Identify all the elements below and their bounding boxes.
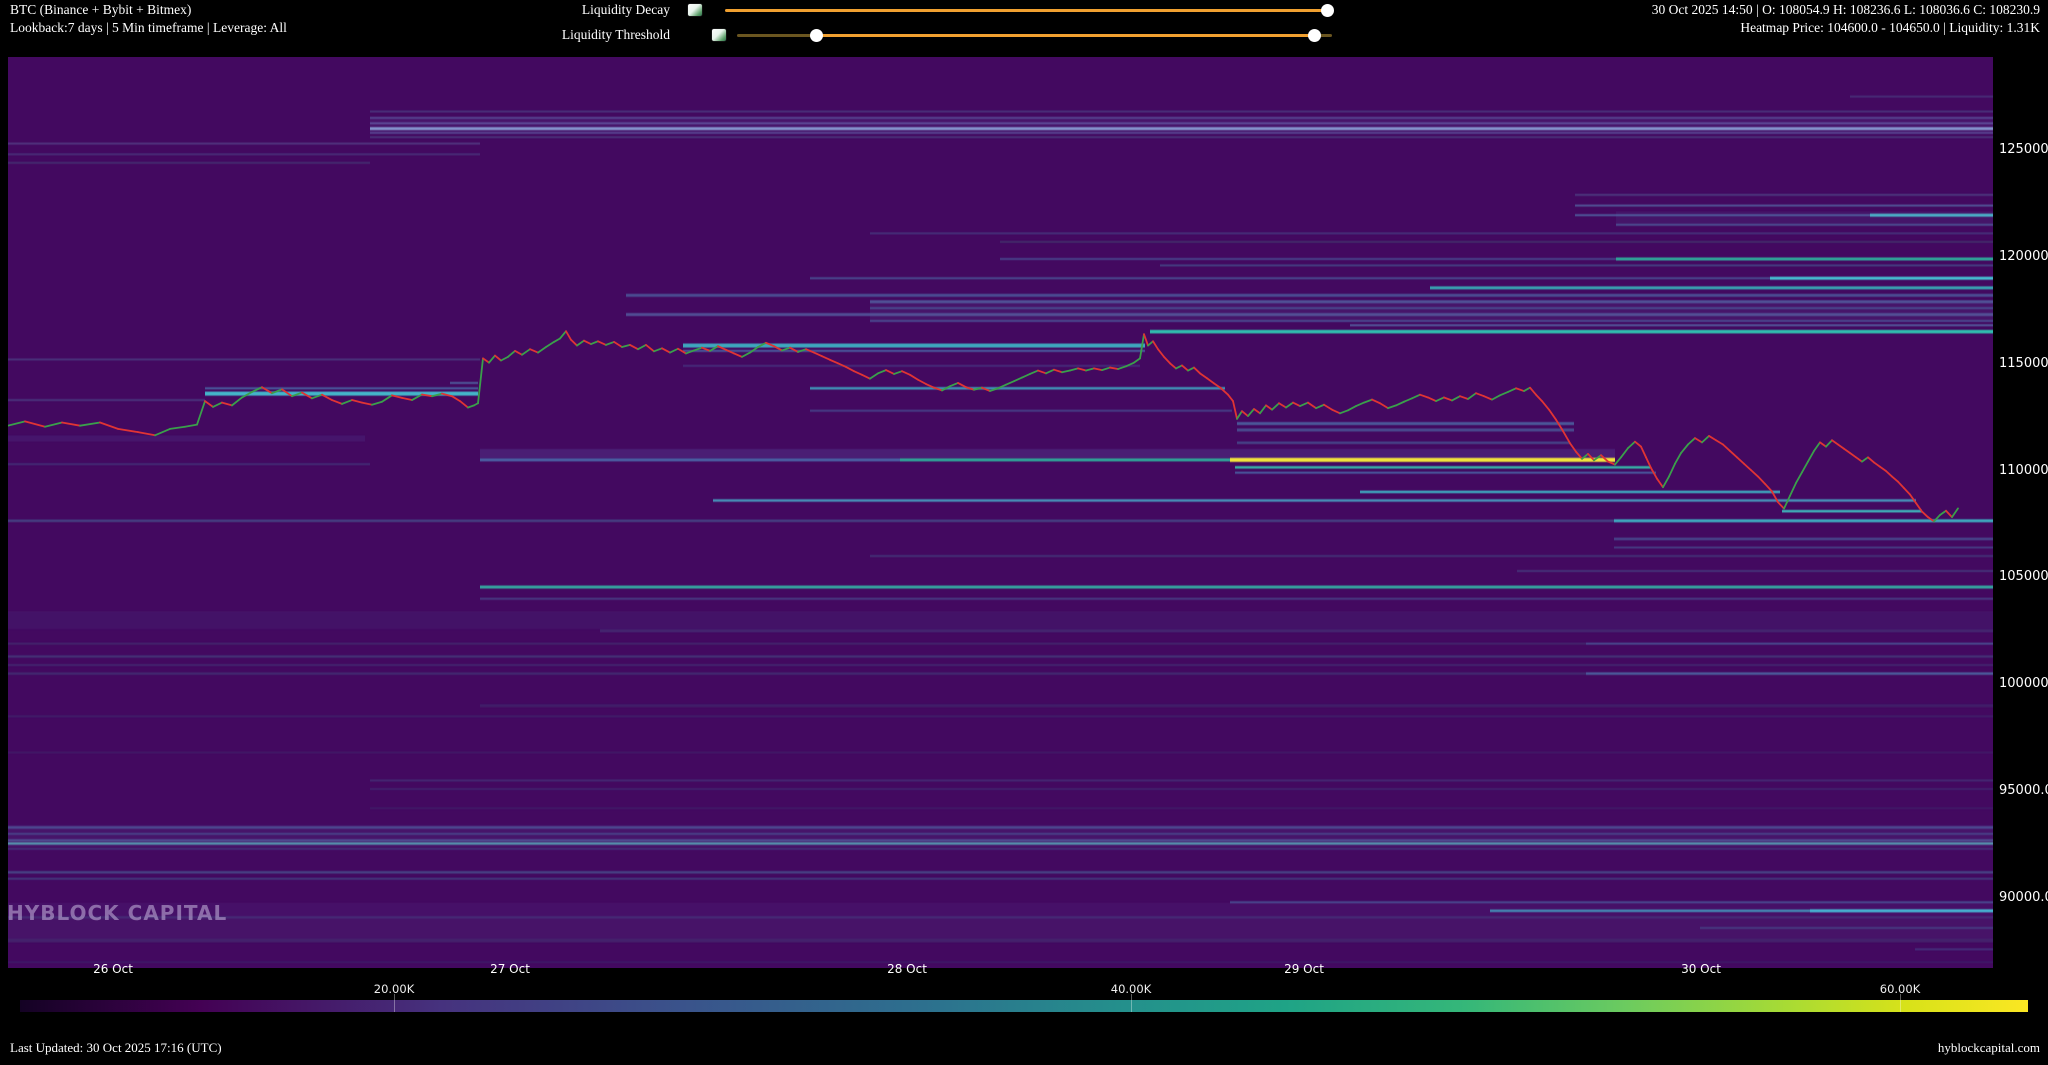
liquidity-band xyxy=(8,839,1993,842)
liquidity-band xyxy=(480,448,1615,458)
date-axis-label: 30 Oct xyxy=(1681,962,1721,976)
liquidity-band xyxy=(8,161,370,164)
liquidity-band xyxy=(205,387,478,390)
price-axis-label: 110000.0 xyxy=(1999,462,2048,478)
date-axis-label: 29 Oct xyxy=(1284,962,1324,976)
liquidity-band xyxy=(1237,428,1574,432)
liquidity-band xyxy=(1000,257,1616,260)
liquidity-band xyxy=(8,871,1993,874)
liquidity-band xyxy=(626,293,1993,297)
liquidity-band xyxy=(1614,537,1993,541)
liquidity-band xyxy=(1230,457,1615,462)
liquidity-band xyxy=(8,847,1993,850)
liquidity-band xyxy=(1517,570,1993,573)
liquidity-band xyxy=(870,232,1993,235)
liquidity-band xyxy=(683,364,1140,367)
liquidity-band xyxy=(1575,193,1993,196)
price-axis-label: 115000.0 xyxy=(1999,355,2048,371)
liquidity-band xyxy=(8,842,1993,845)
liquidity-band xyxy=(370,779,1993,782)
liquidity-band xyxy=(480,458,900,462)
liquidity-band xyxy=(450,381,478,384)
liquidity-band xyxy=(8,399,205,402)
liquidity-band xyxy=(8,142,480,145)
liquidity-band xyxy=(1360,490,1780,494)
liquidity-band xyxy=(8,916,1993,919)
site-link[interactable]: hyblockcapital.com xyxy=(1938,1040,2040,1056)
liquidity-band xyxy=(8,918,1993,943)
liquidity-band xyxy=(900,458,1230,462)
date-axis-label: 26 Oct xyxy=(93,962,133,976)
colorbar-tick-mark xyxy=(394,994,395,1012)
liquidity-band xyxy=(683,343,1145,348)
liquidity-band xyxy=(1616,257,1993,261)
price-axis-label: 120000.0 xyxy=(1999,248,2048,264)
liquidity-band xyxy=(8,463,370,466)
liquidity-colorbar xyxy=(20,1000,2028,1012)
liquidity-band xyxy=(626,313,1993,317)
liquidity-band xyxy=(810,387,1225,390)
date-axis-label: 28 Oct xyxy=(887,962,927,976)
price-axis-label: 100000.0 xyxy=(1999,676,2048,692)
liquidity-band xyxy=(1575,204,1993,207)
price-axis-label: 90000.0 xyxy=(1999,889,2048,905)
liquidity-band xyxy=(8,751,1993,754)
liquidity-band xyxy=(370,116,1993,133)
liquidity-band xyxy=(370,136,1993,139)
liquidity-band xyxy=(1000,240,1993,243)
liquidity-band xyxy=(8,664,1993,667)
liquidity-band xyxy=(810,409,1232,412)
liquidity-band xyxy=(1237,441,1570,445)
liquidity-band xyxy=(370,807,1993,810)
liquidity-band xyxy=(1915,948,1993,951)
liquidity-band xyxy=(8,877,1993,880)
price-axis-label: 95000.0 xyxy=(1999,783,2048,799)
colorbar-tick-mark xyxy=(1900,994,1901,1012)
liquidity-band xyxy=(370,110,1993,113)
liquidity-band xyxy=(870,319,1993,322)
liquidity-band xyxy=(8,672,1586,675)
liquidity-band xyxy=(600,629,1993,633)
liquidity-band xyxy=(1237,422,1574,426)
liquidity-band xyxy=(8,715,1993,718)
liquidity-band xyxy=(8,435,365,442)
liquidity-band xyxy=(8,611,1993,630)
liquidity-band xyxy=(1770,276,1993,280)
liquidity-band xyxy=(8,153,480,156)
liquidity-band xyxy=(1614,546,1993,549)
heatmap-plot-area[interactable] xyxy=(0,0,2048,1065)
liquidity-band xyxy=(1850,95,1993,98)
hyblock-watermark: HYBLOCK CAPITAL xyxy=(7,901,228,925)
liquidity-band xyxy=(480,704,1993,708)
liquidity-band xyxy=(713,499,1916,502)
price-axis-label: 105000.0 xyxy=(1999,569,2048,585)
last-updated-text: Last Updated: 30 Oct 2025 17:16 (UTC) xyxy=(10,1040,222,1055)
liquidity-band xyxy=(870,300,1993,321)
hyblock-liquidation-heatmap-app: BTC (Binance + Bybit + Bitmex) Lookback:… xyxy=(0,0,2048,1065)
liquidity-band xyxy=(1782,509,1922,513)
liquidity-band xyxy=(870,555,1993,558)
liquidity-band xyxy=(1150,329,1993,334)
liquidity-band xyxy=(1160,264,1993,267)
liquidity-band xyxy=(1586,642,1993,645)
heatmap-canvas[interactable] xyxy=(0,0,2048,1065)
liquidity-band xyxy=(480,585,1993,589)
date-axis-label: 27 Oct xyxy=(490,962,530,976)
liquidity-band xyxy=(1350,324,1993,327)
liquidity-band xyxy=(8,642,1586,645)
liquidity-band xyxy=(1235,466,1650,469)
liquidity-band xyxy=(1235,471,1656,474)
liquidity-band xyxy=(8,655,1993,658)
liquidity-band xyxy=(8,358,480,361)
liquidity-band xyxy=(480,597,1993,600)
liquidity-band xyxy=(1430,286,1993,290)
liquidity-band xyxy=(1616,211,1993,226)
liquidity-band xyxy=(1586,672,1993,675)
liquidity-band xyxy=(8,519,1614,523)
liquidity-band xyxy=(370,787,1993,790)
price-axis-label: 125000.0 xyxy=(1999,142,2048,157)
colorbar-tick-mark xyxy=(1131,994,1132,1012)
liquidity-band xyxy=(810,277,1770,280)
